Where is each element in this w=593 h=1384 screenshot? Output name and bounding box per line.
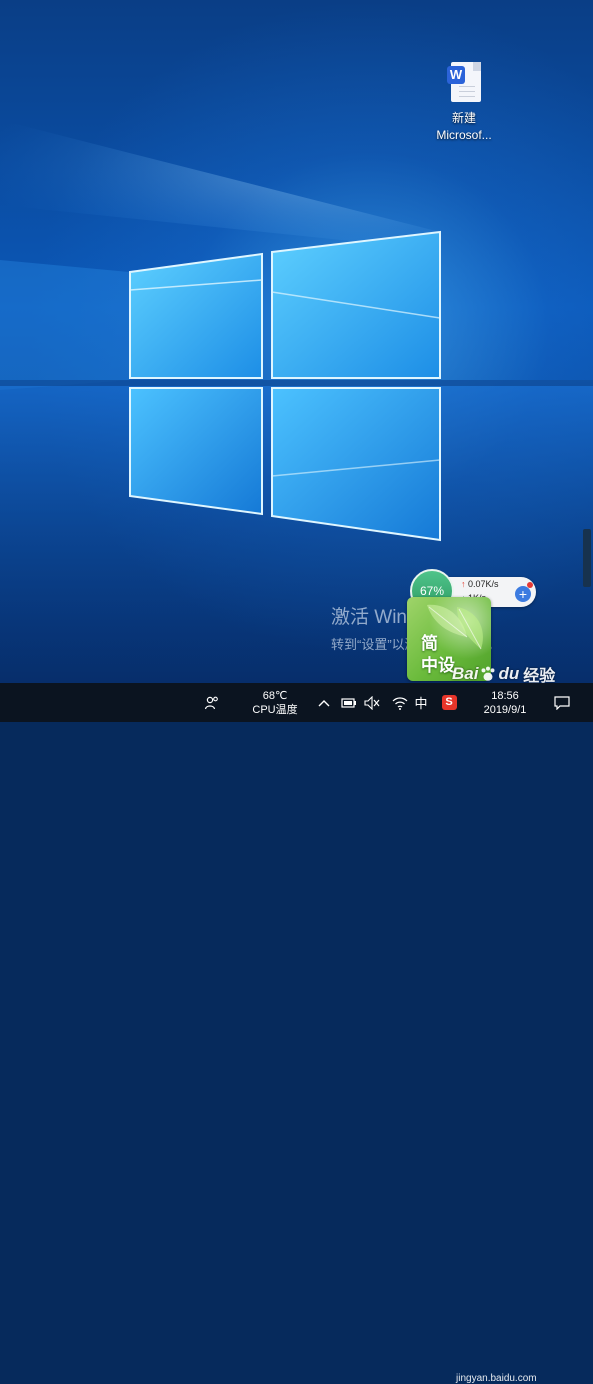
show-hidden-icons-button[interactable] (316, 683, 332, 722)
battery-icon (341, 697, 356, 708)
cpu-temperature[interactable]: 68℃ CPU温度 (244, 683, 306, 722)
cpu-temp-label: CPU温度 (252, 703, 298, 716)
taskbar: 68℃ CPU温度 中 S 18:56 2019/9/1 jingyan.bai… (0, 683, 593, 1384)
sogou-ime-button[interactable]: S (440, 683, 458, 722)
upload-arrow-icon: ↑ (461, 579, 466, 589)
chevron-up-icon (318, 699, 330, 706)
network-button[interactable] (390, 683, 410, 722)
clock-date: 2019/9/1 (483, 703, 527, 716)
sogou-icon: S (441, 695, 457, 710)
clock-time: 18:56 (491, 689, 519, 702)
upload-speed: ↑ 0.07K/s (461, 579, 499, 589)
action-center-button[interactable] (550, 683, 574, 722)
clock[interactable]: 18:56 2019/9/1 (470, 683, 540, 722)
notification-icon (554, 695, 570, 710)
word-badge: W (447, 66, 465, 84)
light-beam-upper (0, 120, 440, 250)
watermark-url: jingyan.baidu.com (456, 1373, 537, 1384)
desktop-icon-word-document[interactable]: W 新建 Microsof... (428, 60, 500, 144)
desktop-icon-label: 新建 Microsof... (436, 111, 492, 142)
desktop[interactable]: W 新建 Microsof... 激活 Windows 转到“设置”以激活 Wi… (0, 0, 593, 683)
alert-dot-icon (527, 582, 533, 588)
word-document-icon: W (447, 60, 481, 102)
people-button[interactable] (198, 683, 226, 722)
volume-muted-icon (364, 695, 380, 710)
window-pane-top-left (129, 252, 263, 379)
battery-button[interactable] (340, 683, 358, 722)
volume-button[interactable] (362, 683, 382, 722)
baidu-paw-icon (481, 666, 495, 681)
baidu-jingyan-watermark: Bai du 经验 (452, 664, 556, 683)
people-icon (204, 696, 218, 709)
wifi-icon (392, 696, 408, 710)
leaf-text-line2: 中设 (421, 656, 455, 675)
input-method-button[interactable]: 中 (412, 683, 430, 722)
window-pane-bottom-left (129, 387, 263, 516)
light-beam-lower (0, 260, 130, 390)
edge-scroll-handle[interactable] (583, 529, 591, 587)
window-pane-bottom-right (271, 387, 441, 542)
cpu-temp-value: 68℃ (262, 689, 288, 702)
boost-button[interactable]: + (515, 586, 531, 602)
